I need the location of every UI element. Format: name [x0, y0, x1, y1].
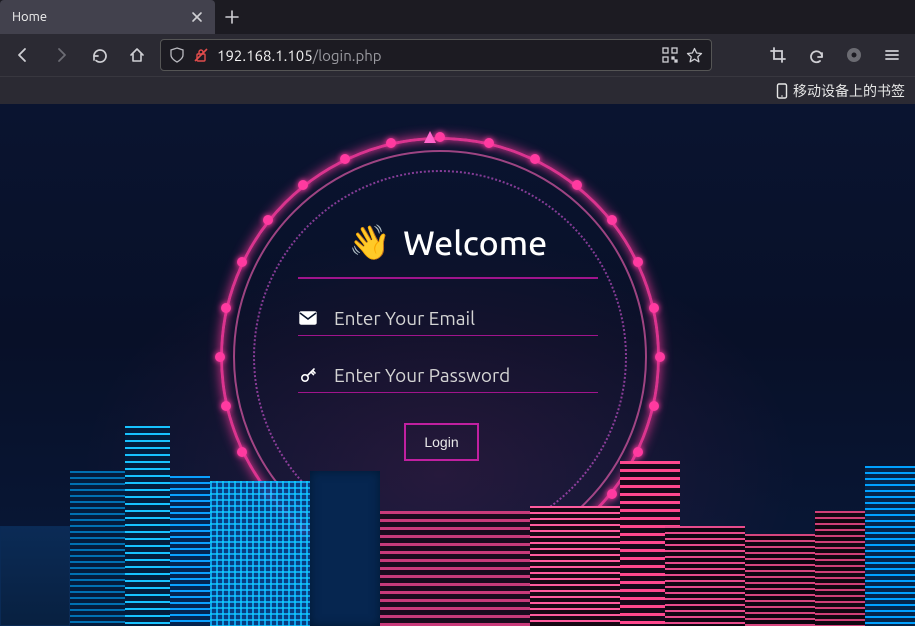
- page-content: 👋 Welcome Login: [0, 104, 915, 626]
- url-text: 192.168.1.105/login.php: [217, 47, 654, 64]
- email-input[interactable]: [334, 307, 598, 329]
- toolbar: 192.168.1.105/login.php: [0, 34, 915, 76]
- welcome-heading: 👋 Welcome: [298, 223, 598, 279]
- home-button[interactable]: [122, 40, 152, 70]
- url-bar[interactable]: 192.168.1.105/login.php: [160, 39, 712, 71]
- mobile-bookmarks-link[interactable]: 移动设备上的书签: [793, 81, 905, 101]
- reload-button[interactable]: [84, 40, 114, 70]
- login-button[interactable]: Login: [404, 423, 479, 461]
- login-form: 👋 Welcome Login: [298, 223, 598, 461]
- browser-chrome: Home 192.168.1.105/log: [0, 0, 915, 104]
- wave-icon: 👋: [349, 223, 391, 263]
- qr-icon[interactable]: [662, 47, 678, 63]
- back-button[interactable]: [8, 40, 38, 70]
- key-icon: [298, 366, 318, 384]
- url-path: /login.php: [313, 47, 382, 64]
- extension-record-icon[interactable]: [839, 40, 869, 70]
- new-tab-button[interactable]: [215, 0, 249, 34]
- tab-strip: Home: [0, 0, 915, 34]
- password-input[interactable]: [334, 364, 598, 386]
- insecure-lock-icon: [193, 47, 209, 63]
- app-menu-button[interactable]: [877, 40, 907, 70]
- password-field-row: [298, 352, 598, 393]
- tab-home[interactable]: Home: [0, 0, 215, 34]
- bookmark-star-icon[interactable]: [686, 47, 703, 64]
- extension-undo-icon[interactable]: [801, 40, 831, 70]
- email-icon: [298, 311, 318, 325]
- close-icon[interactable]: [189, 9, 205, 25]
- url-host: 192.168.1.105: [217, 47, 313, 64]
- extension-crop-icon[interactable]: [763, 40, 793, 70]
- welcome-text: Welcome: [403, 224, 547, 262]
- email-field-row: [298, 295, 598, 336]
- tab-title: Home: [12, 10, 181, 24]
- mobile-device-icon: [775, 83, 789, 99]
- forward-button[interactable]: [46, 40, 76, 70]
- shield-icon: [169, 47, 185, 63]
- bookmarks-toolbar: 移动设备上的书签: [0, 76, 915, 104]
